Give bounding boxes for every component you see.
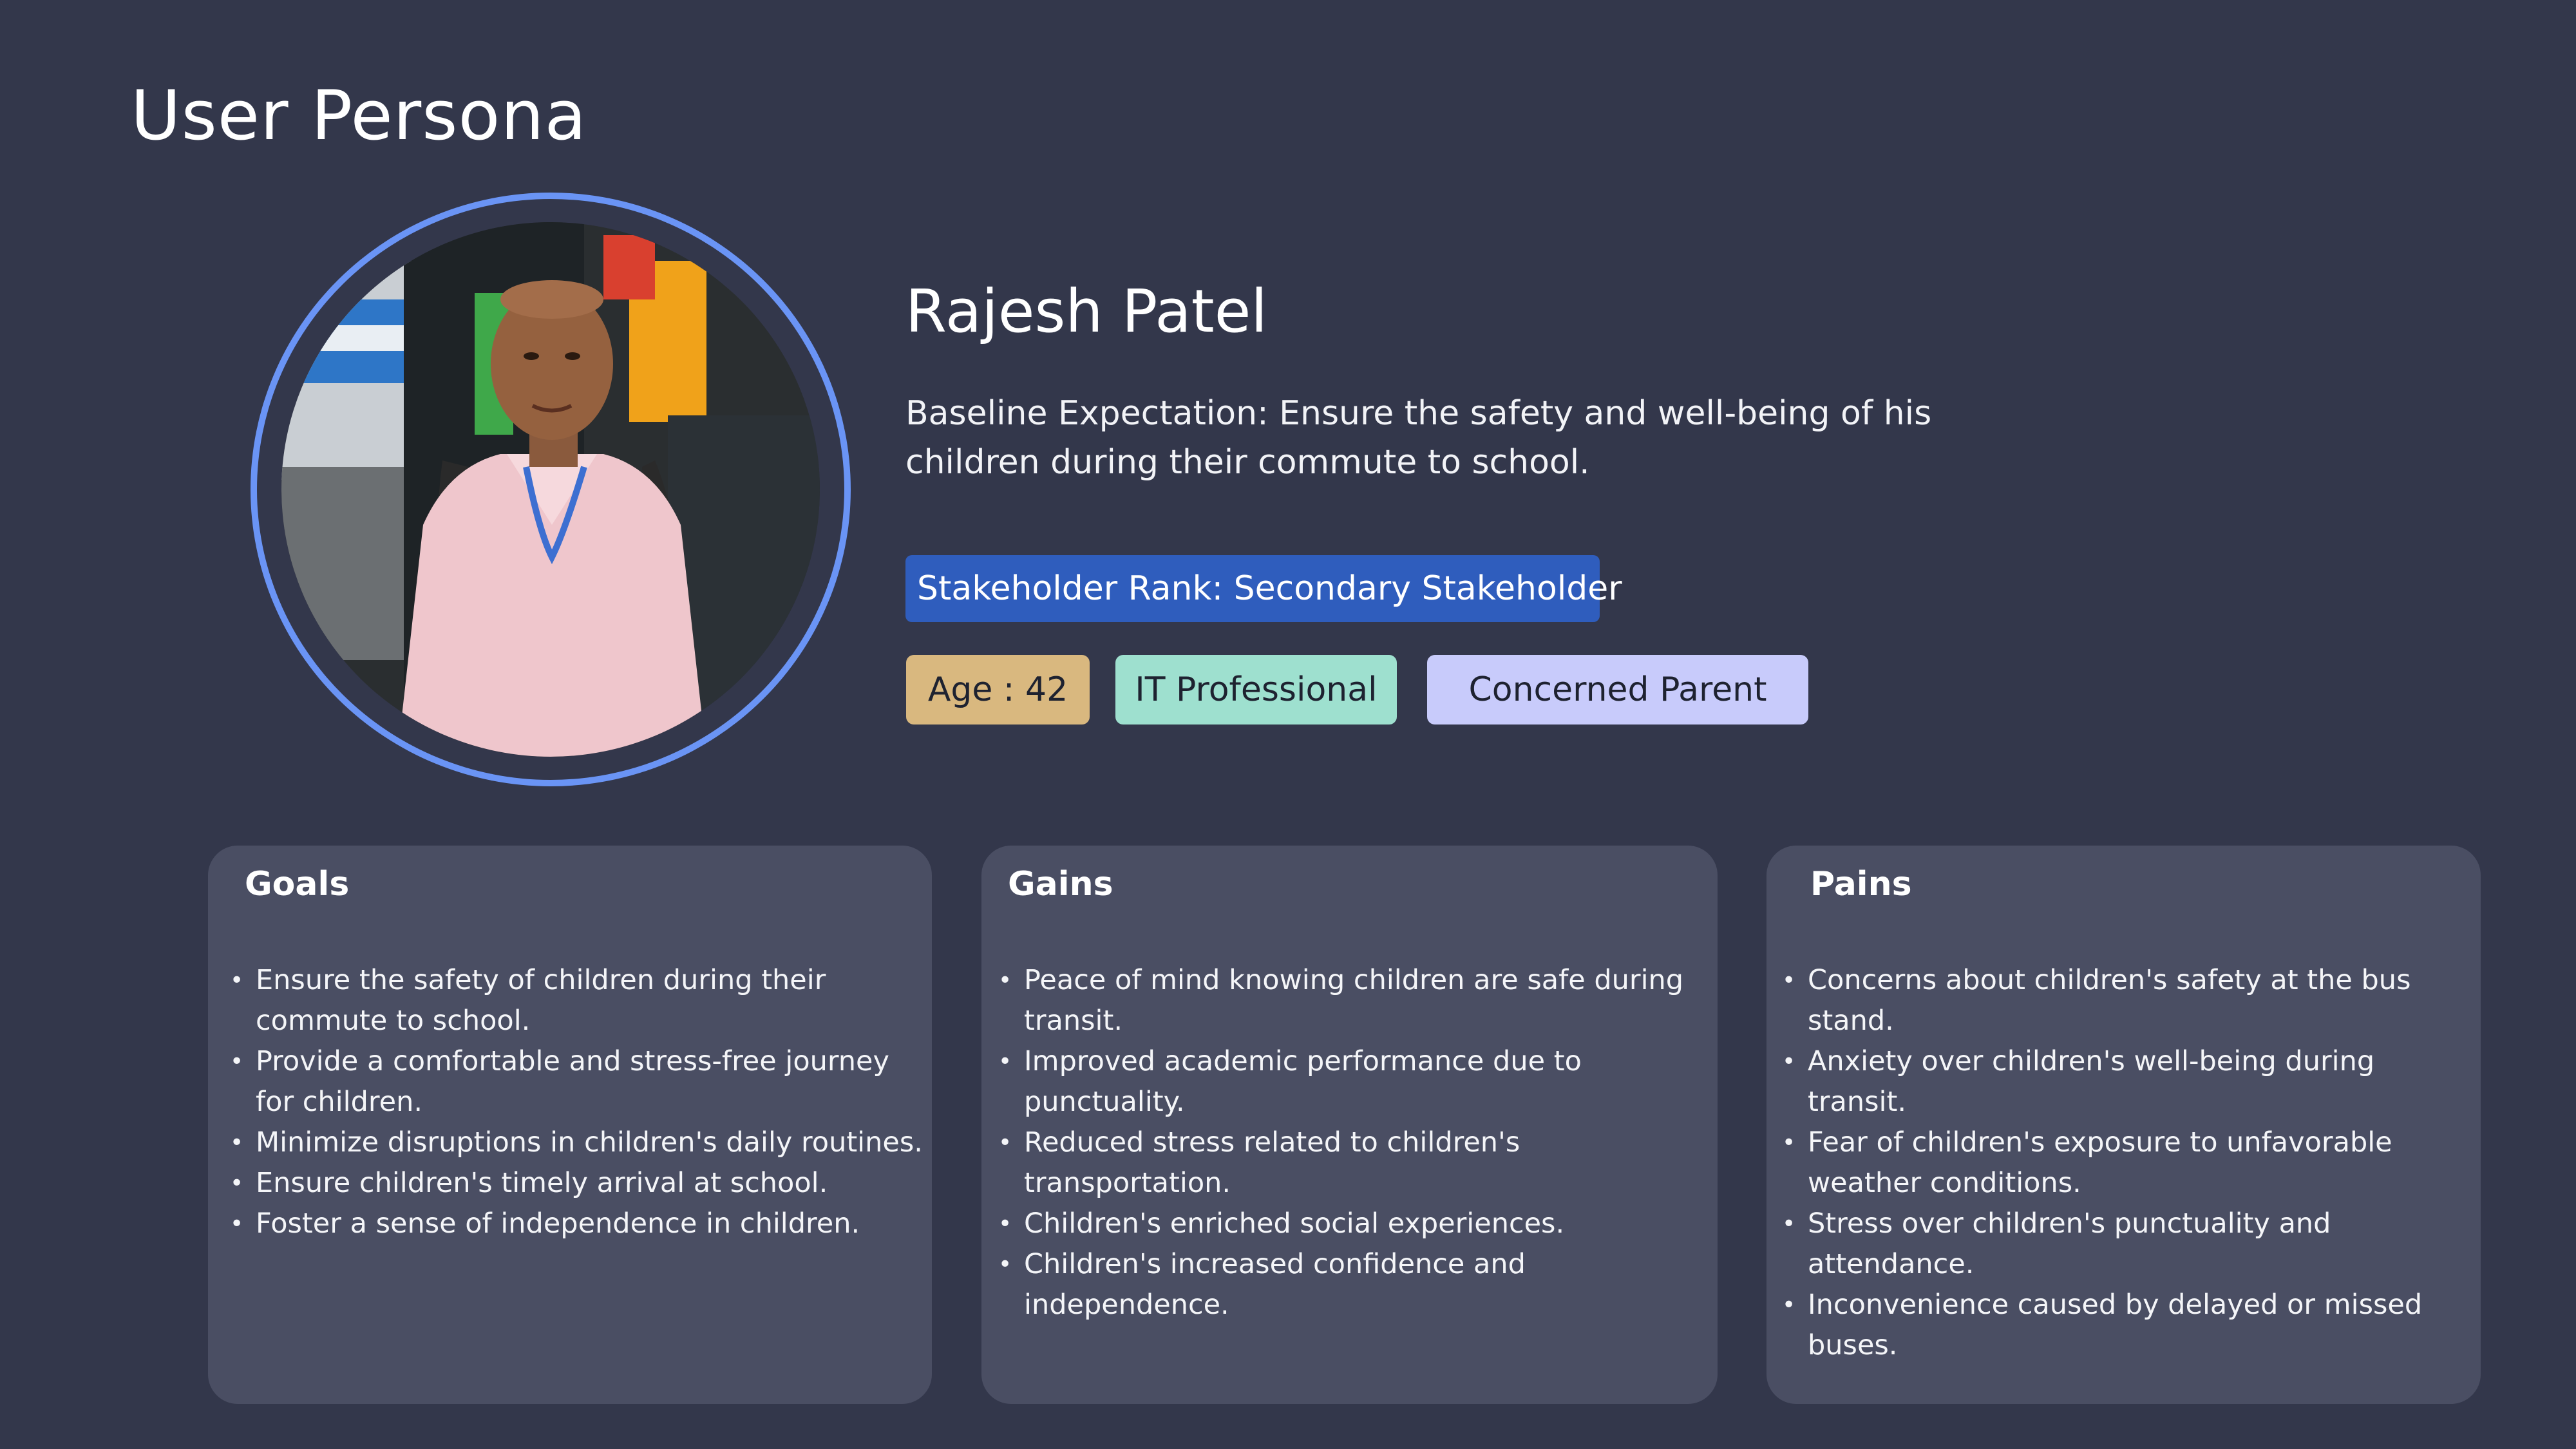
pains-list: Concerns about children's safety at the … — [1782, 960, 2480, 1366]
list-item: Fear of children's exposure to unfavorab… — [1782, 1122, 2480, 1204]
goals-list: Ensure the safety of children during the… — [230, 960, 925, 1244]
goals-title: Goals — [245, 865, 350, 904]
gains-title: Gains — [1008, 865, 1113, 904]
list-item: Inconvenience caused by delayed or misse… — [1782, 1285, 2480, 1366]
list-item: Anxiety over children's well-being durin… — [1782, 1041, 2480, 1122]
goals-card: Goals Ensure the safety of children duri… — [208, 846, 932, 1404]
persona-photo — [281, 222, 820, 757]
list-item: Foster a sense of independence in childr… — [230, 1204, 925, 1244]
list-item: Minimize disruptions in children's daily… — [230, 1122, 925, 1163]
list-item: Stress over children's punctuality and a… — [1782, 1204, 2480, 1285]
list-item: Children's increased confidence and inde… — [998, 1244, 1713, 1325]
persona-name: Rajesh Patel — [905, 277, 1267, 346]
list-item: Concerns about children's safety at the … — [1782, 960, 2480, 1041]
role-tag: Concerned Parent — [1427, 655, 1808, 724]
list-item: Ensure children's timely arrival at scho… — [230, 1163, 925, 1204]
occupation-tag: IT Professional — [1115, 655, 1397, 724]
list-item: Children's enriched social experiences. — [998, 1204, 1713, 1244]
page-title: User Persona — [131, 76, 587, 155]
person-photo-illustration — [281, 222, 820, 757]
gains-list: Peace of mind knowing children are safe … — [998, 960, 1713, 1325]
list-item: Provide a comfortable and stress-free jo… — [230, 1041, 925, 1122]
avatar — [251, 193, 851, 786]
list-item: Peace of mind knowing children are safe … — [998, 960, 1713, 1041]
pains-card: Pains Concerns about children's safety a… — [1766, 846, 2481, 1404]
age-tag: Age : 42 — [906, 655, 1090, 724]
list-item: Reduced stress related to children's tra… — [998, 1122, 1713, 1204]
baseline-expectation: Baseline Expectation: Ensure the safety … — [905, 394, 1932, 482]
gains-card: Gains Peace of mind knowing children are… — [981, 846, 1718, 1404]
list-item: Improved academic performance due to pun… — [998, 1041, 1713, 1122]
stakeholder-rank-badge: Stakeholder Rank: Secondary Stakeholder — [905, 555, 1622, 622]
list-item: Ensure the safety of children during the… — [230, 960, 925, 1041]
pains-title: Pains — [1810, 865, 1912, 904]
